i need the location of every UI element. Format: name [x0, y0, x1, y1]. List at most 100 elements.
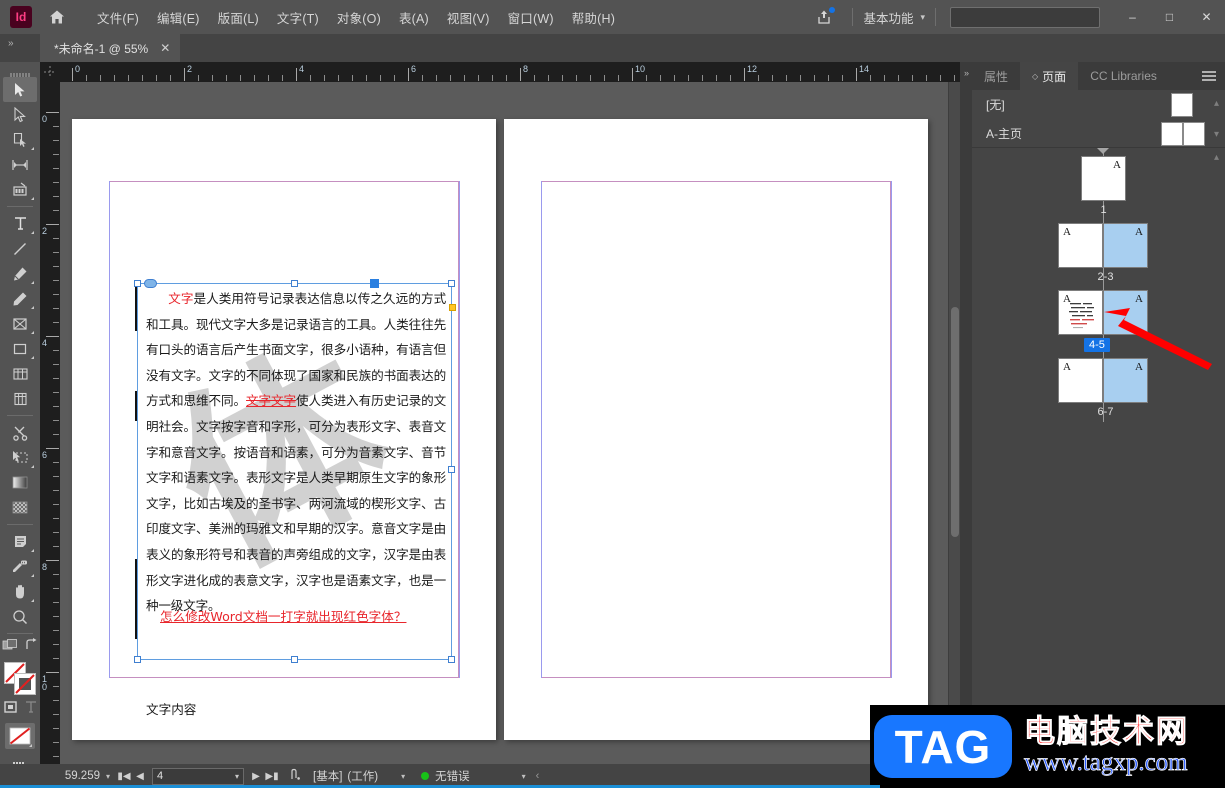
selection-tool[interactable]: [3, 77, 37, 102]
document-tab[interactable]: *未命名-1 @ 55% ✕: [40, 34, 181, 62]
minimize-button[interactable]: –: [1114, 4, 1151, 30]
resize-handle-tr[interactable]: [448, 280, 455, 287]
frame-tool[interactable]: [3, 311, 37, 336]
menu-layout[interactable]: 版面(L): [209, 4, 268, 31]
master-a-thumb-right[interactable]: [1183, 122, 1205, 146]
note-tool[interactable]: [3, 529, 37, 554]
workspace-selector-label[interactable]: 基本功能: [863, 8, 913, 27]
resize-handle-mr[interactable]: [448, 466, 455, 473]
pen-tool[interactable]: [3, 261, 37, 286]
menu-view[interactable]: 视图(V): [438, 4, 499, 31]
spread-thumb-4[interactable]: A: [1058, 290, 1103, 335]
gradient-feather-tool[interactable]: [3, 495, 37, 520]
menu-file[interactable]: 文件(F): [88, 4, 148, 31]
zoom-tool[interactable]: [3, 604, 37, 629]
toolbar-collapse-icon[interactable]: »: [8, 38, 13, 49]
spread-thumb-1[interactable]: A: [1081, 156, 1126, 201]
prev-page-icon[interactable]: ◀: [132, 771, 148, 782]
spread-label-6-7[interactable]: 6-7: [1078, 406, 1133, 418]
panel-collapse-icon[interactable]: »: [960, 68, 972, 78]
preflight-profile-label[interactable]: [基本]: [313, 768, 342, 784]
scrollbar-thumb[interactable]: [951, 307, 959, 537]
chevron-down-icon[interactable]: ▾: [1214, 129, 1219, 140]
tab-properties[interactable]: 属性: [972, 62, 1020, 90]
home-icon[interactable]: [42, 2, 72, 32]
ruler-origin-box[interactable]: [40, 62, 60, 82]
resize-handle-tl[interactable]: [134, 280, 141, 287]
master-a-thumb-left[interactable]: [1161, 122, 1183, 146]
spread-thumb-6[interactable]: A: [1058, 358, 1103, 403]
line-tool[interactable]: [3, 236, 37, 261]
preflight-icon[interactable]: [290, 768, 305, 784]
chevron-down-icon[interactable]: ▾: [522, 772, 526, 781]
close-button[interactable]: ✕: [1188, 4, 1225, 30]
close-icon[interactable]: ✕: [160, 41, 170, 55]
tab-cc-libraries[interactable]: CC Libraries: [1078, 62, 1169, 90]
menu-window[interactable]: 窗口(W): [499, 4, 563, 31]
menu-type[interactable]: 文字(T): [268, 4, 328, 31]
formatting-affects-container-icon[interactable]: [3, 700, 19, 719]
canvas-vertical-scrollbar[interactable]: [948, 82, 960, 768]
swap-fill-stroke-icon[interactable]: [24, 638, 38, 658]
menu-table[interactable]: 表(A): [390, 4, 438, 31]
scissors-tool[interactable]: [3, 420, 37, 445]
tab-pages[interactable]: ◇ 页面: [1020, 62, 1079, 90]
chevron-down-icon[interactable]: ▾: [401, 772, 405, 781]
menu-object[interactable]: 对象(O): [328, 4, 390, 31]
chevron-up-icon[interactable]: ▴: [1214, 152, 1219, 163]
master-none-thumb[interactable]: [1171, 93, 1193, 117]
page-5[interactable]: [504, 119, 928, 740]
share-icon[interactable]: [810, 3, 838, 31]
none-swatch[interactable]: [5, 723, 35, 749]
page-4[interactable]: 体 文字是人类用符号记录表达信息以传之久远的方式和工具。现代文字大多是记录语言的…: [72, 119, 496, 740]
menu-help[interactable]: 帮助(H): [563, 4, 624, 31]
chevron-down-icon[interactable]: ▾: [920, 12, 925, 23]
resize-handle-br[interactable]: [448, 656, 455, 663]
last-page-icon[interactable]: ▶▮: [264, 771, 280, 782]
formatting-affects-text-icon[interactable]: [25, 700, 37, 719]
selected-text-frame[interactable]: 文字是人类用符号记录表达信息以传之久远的方式和工具。现代文字大多是记录语言的工具…: [134, 279, 456, 717]
table-tool[interactable]: [3, 386, 37, 411]
stroke-swatch[interactable]: [14, 673, 36, 695]
spread-thumb-2[interactable]: A: [1058, 223, 1103, 268]
spread-thumb-3[interactable]: A: [1103, 223, 1148, 268]
gradient-swatch-tool[interactable]: [3, 470, 37, 495]
free-transform-tool[interactable]: [3, 361, 37, 386]
spread-label-1[interactable]: 1: [1081, 204, 1126, 216]
preflight-scope-label[interactable]: (工作): [347, 768, 378, 784]
content-collector-tool[interactable]: [3, 177, 37, 202]
gap-tool[interactable]: [3, 152, 37, 177]
search-input[interactable]: [950, 6, 1100, 28]
first-page-icon[interactable]: ▮◀: [116, 771, 132, 782]
hand-tool[interactable]: [3, 579, 37, 604]
document-canvas[interactable]: 体 文字是人类用符号记录表达信息以传之久远的方式和工具。现代文字大多是记录语言的…: [60, 82, 960, 768]
text-outport-icon[interactable]: [449, 304, 456, 311]
master-row-a[interactable]: A-主页 ▾: [972, 119, 1225, 148]
page-number-field[interactable]: 4 ▾: [152, 767, 245, 785]
resize-handle-bc[interactable]: [291, 656, 298, 663]
apply-color-to-container-icon[interactable]: [2, 638, 20, 658]
rectangle-tool[interactable]: [3, 336, 37, 361]
chevron-up-icon[interactable]: ▴: [1214, 98, 1219, 109]
pencil-tool[interactable]: [3, 286, 37, 311]
next-page-icon[interactable]: ▶: [248, 771, 264, 782]
master-row-none[interactable]: [无] ▴: [972, 90, 1225, 119]
toolbar-grip[interactable]: [9, 66, 31, 78]
maximize-button[interactable]: □: [1151, 4, 1188, 30]
zoom-level-value[interactable]: 59.259: [58, 770, 100, 782]
expand-status-icon[interactable]: ‹: [536, 770, 540, 782]
eyedropper-tool[interactable]: [3, 554, 37, 579]
resize-handle-bl[interactable]: [134, 656, 141, 663]
menu-edit[interactable]: 编辑(E): [148, 4, 209, 31]
vertical-ruler[interactable]: 024681012: [40, 82, 60, 768]
direct-selection-tool[interactable]: [3, 102, 37, 127]
type-tool[interactable]: [3, 211, 37, 236]
panel-collapse-strip[interactable]: »: [960, 62, 972, 788]
transform-tool[interactable]: [3, 445, 37, 470]
horizontal-ruler[interactable]: 0246810121416: [60, 62, 960, 82]
chevron-down-icon[interactable]: ▾: [106, 772, 110, 781]
chevron-down-icon[interactable]: ▾: [235, 772, 239, 781]
hamburger-menu-icon[interactable]: [1201, 69, 1217, 87]
spread-label-2-3[interactable]: 2-3: [1078, 271, 1133, 283]
page-tool[interactable]: [3, 127, 37, 152]
